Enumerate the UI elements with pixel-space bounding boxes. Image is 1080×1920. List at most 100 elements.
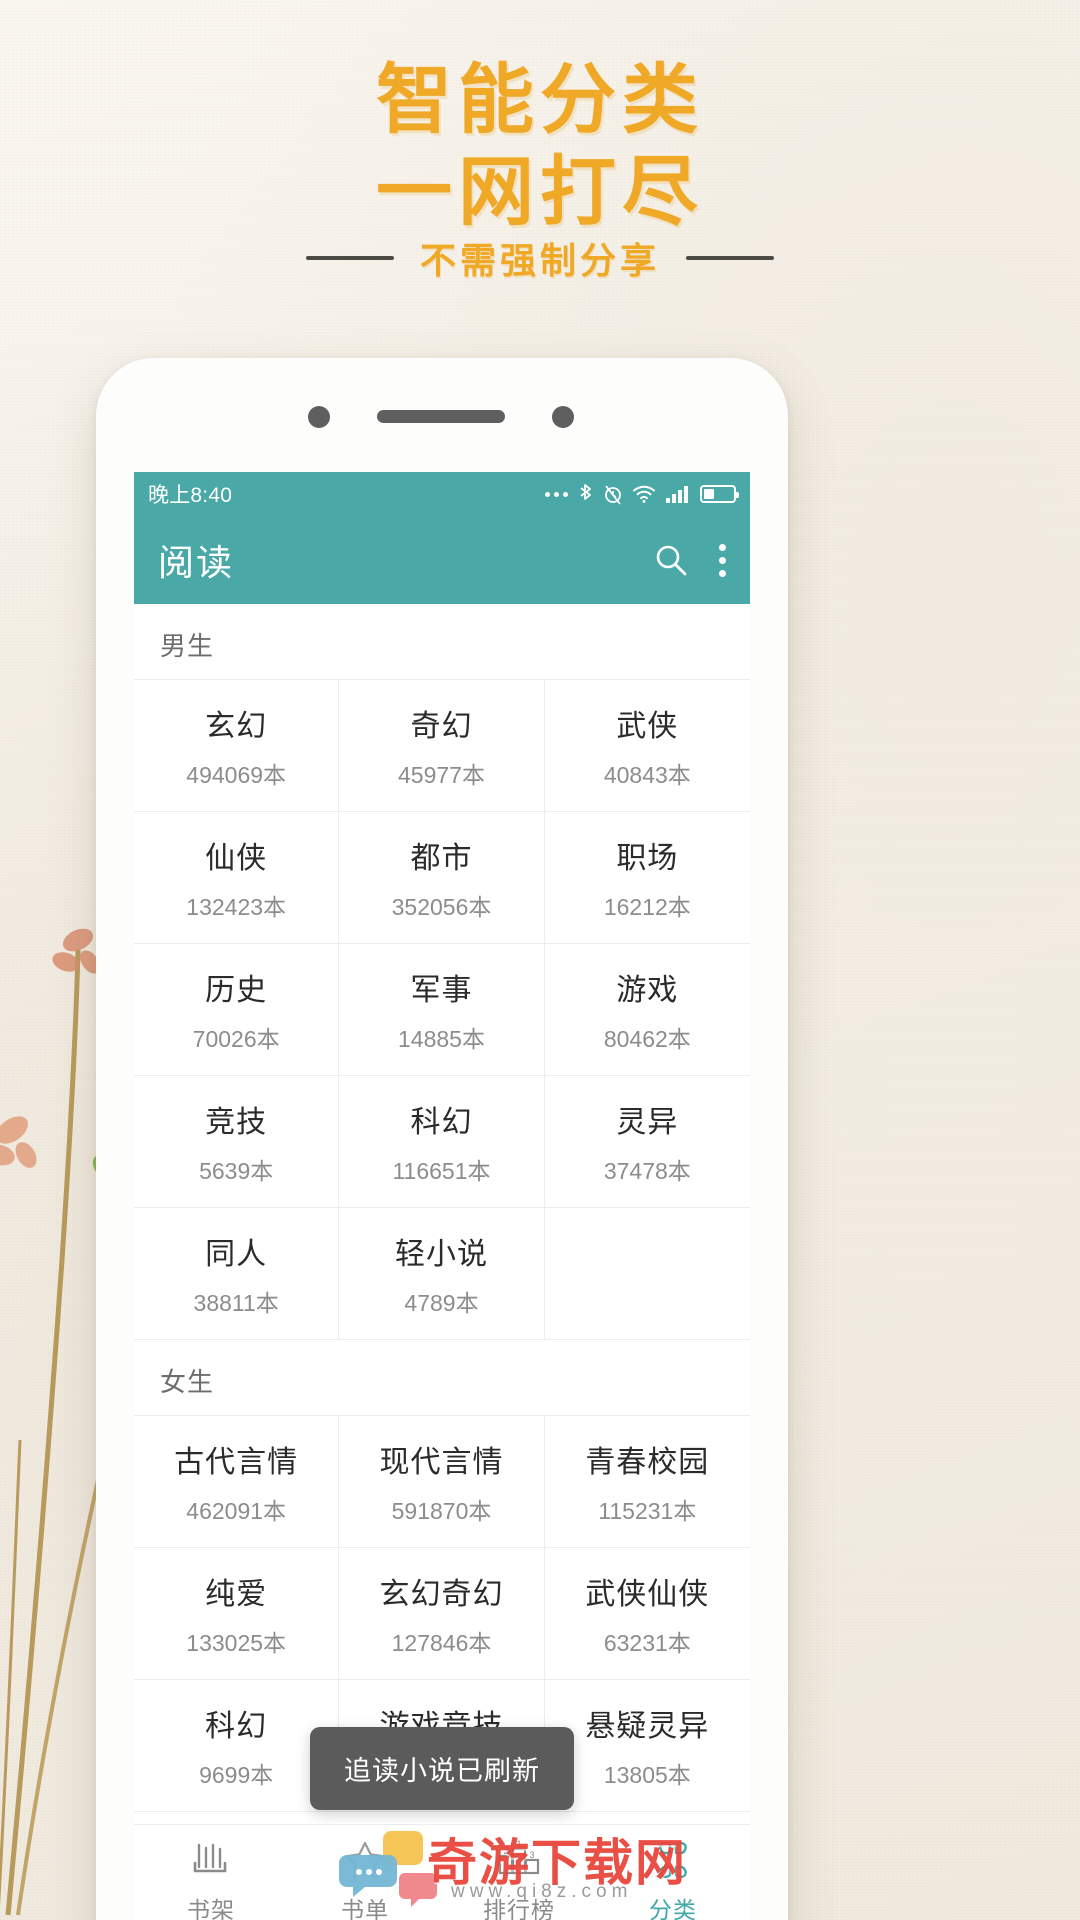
category-cell[interactable]: 仙侠 132423本: [134, 812, 340, 944]
category-count: 38811本: [193, 1290, 279, 1316]
category-name: 奇幻: [410, 710, 473, 743]
category-name: 现代言情: [379, 1446, 504, 1479]
category-count: 352056本: [391, 894, 492, 920]
category-cell[interactable]: 武侠仙侠 63231本: [544, 1548, 750, 1680]
category-name: 同人: [205, 1238, 268, 1271]
svg-text:2: 2: [503, 1846, 508, 1856]
category-name: 玄幻奇幻: [379, 1578, 504, 1611]
category-name: 竞技: [205, 1106, 268, 1139]
category-name: 玄幻: [205, 710, 268, 743]
category-cell[interactable]: 纯爱 133025本: [134, 1548, 340, 1680]
proximity-sensor-icon: [552, 406, 574, 428]
category-count: 63231本: [603, 1630, 691, 1656]
page-title: 阅读: [158, 542, 235, 583]
section-title-female: 女生: [160, 1367, 215, 1397]
category-count: 4789本: [404, 1290, 479, 1316]
category-name: 轻小说: [394, 1238, 488, 1271]
search-icon[interactable]: [654, 543, 688, 577]
category-name: 科幻: [205, 1710, 268, 1743]
category-cell[interactable]: 科幻 116651本: [339, 1076, 545, 1208]
category-name: 军事: [410, 974, 473, 1007]
category-count: 116651本: [392, 1158, 491, 1184]
category-cell[interactable]: 悬疑灵异 13805本: [544, 1680, 750, 1812]
category-cell-empty: [544, 1208, 750, 1340]
category-cell[interactable]: 科幻 9699本: [134, 1680, 340, 1812]
bottom-navigation: 书架 书单 1 2 3 排行榜 分类: [134, 1824, 750, 1920]
category-count: 494069本: [186, 762, 287, 788]
svg-text:1: 1: [516, 1840, 521, 1849]
category-count: 115231本: [598, 1498, 697, 1524]
star-icon: [344, 1839, 386, 1881]
category-count: 133025本: [186, 1630, 287, 1656]
bookshelf-icon: [191, 1839, 231, 1881]
category-name: 灵异: [616, 1106, 679, 1139]
promo-subtitle: 不需强制分享: [419, 240, 660, 281]
category-count: 127846本: [391, 1630, 492, 1656]
category-cell[interactable]: 竞技 5639本: [134, 1076, 340, 1208]
category-grid-male: 玄幻 494069本 奇幻 45977本 武侠 40843本 仙侠 132423…: [134, 679, 750, 1340]
category-count: 45977本: [398, 762, 485, 788]
app-bar-actions: [654, 543, 726, 577]
category-cell[interactable]: 玄幻 494069本: [134, 680, 340, 812]
category-count: 132423本: [186, 894, 287, 920]
category-count: 40843本: [603, 762, 691, 788]
category-cell[interactable]: 玄幻奇幻 127846本: [339, 1548, 545, 1680]
wifi-icon: [633, 485, 655, 503]
nav-item-ranking[interactable]: 1 2 3 排行榜: [442, 1825, 596, 1920]
category-cell[interactable]: 奇幻 45977本: [339, 680, 545, 812]
svg-text:3: 3: [529, 1850, 534, 1860]
category-count: 9699本: [199, 1762, 274, 1788]
phone-screen: 晚上8:40 阅读 男生 玄幻 494069本 奇幻 45977本 武侠 408…: [134, 472, 750, 1920]
phone-top-bezel: [96, 358, 788, 472]
subtitle-rule-left: [305, 256, 394, 260]
category-name: 武侠: [616, 710, 679, 743]
category-count: 591870本: [391, 1498, 492, 1524]
nav-item-bookshelf[interactable]: 书架: [134, 1825, 288, 1920]
category-count: 16212本: [603, 894, 691, 920]
more-dots-icon: [545, 491, 568, 497]
category-name: 都市: [410, 842, 473, 875]
status-icons: [545, 483, 739, 505]
front-camera-icon: [308, 406, 330, 428]
category-cell[interactable]: 灵异 37478本: [544, 1076, 750, 1208]
category-name: 纯爱: [205, 1578, 268, 1611]
category-cell[interactable]: 历史 70026本: [134, 944, 340, 1076]
subtitle-rule-right: [686, 256, 774, 260]
promo-subtitle-row: 不需强制分享: [0, 232, 1080, 284]
category-cell[interactable]: 都市 352056本: [339, 812, 545, 944]
status-time: 晚上8:40: [148, 484, 233, 507]
bluetooth-icon: [580, 484, 591, 500]
nav-item-booklist[interactable]: 书单: [288, 1825, 442, 1920]
category-name: 古代言情: [174, 1446, 299, 1479]
category-name: 仙侠: [205, 842, 268, 875]
category-count: 80462本: [603, 1026, 691, 1052]
section-title-male: 男生: [160, 631, 215, 661]
category-cell[interactable]: 武侠 40843本: [544, 680, 750, 812]
nav-item-category[interactable]: 分类: [596, 1825, 750, 1920]
category-cell[interactable]: 青春校园 115231本: [544, 1416, 750, 1548]
battery-icon: [700, 485, 739, 503]
headline-line-2: 一网打尽: [376, 149, 704, 235]
toast-message: 追读小说已刷新: [310, 1727, 574, 1810]
category-count: 37478本: [603, 1158, 691, 1184]
alarm-off-icon: [605, 485, 621, 505]
category-name: 悬疑灵异: [585, 1710, 710, 1743]
category-cell[interactable]: 同人 38811本: [134, 1208, 340, 1340]
category-count: 14885本: [398, 1026, 485, 1052]
more-vertical-icon[interactable]: [718, 543, 726, 577]
category-cell[interactable]: 游戏 80462本: [544, 944, 750, 1076]
ranking-icon: 1 2 3: [495, 1839, 543, 1881]
promo-headline: 智能分类 一网打尽: [0, 62, 1080, 231]
signal-icon: [666, 486, 688, 503]
nav-label: 分类: [649, 1896, 697, 1920]
category-cell[interactable]: 职场 16212本: [544, 812, 750, 944]
category-count: 5639本: [199, 1158, 274, 1184]
nav-label: 书架: [187, 1896, 235, 1920]
category-cell[interactable]: 古代言情 462091本: [134, 1416, 340, 1548]
app-bar: 阅读: [134, 516, 750, 604]
category-cell[interactable]: 现代言情 591870本: [339, 1416, 545, 1548]
category-content: 男生 玄幻 494069本 奇幻 45977本 武侠 40843本 仙侠 132…: [134, 604, 750, 1868]
category-cell[interactable]: 军事 14885本: [339, 944, 545, 1076]
category-icon: [652, 1839, 694, 1881]
category-cell[interactable]: 轻小说 4789本: [339, 1208, 545, 1340]
